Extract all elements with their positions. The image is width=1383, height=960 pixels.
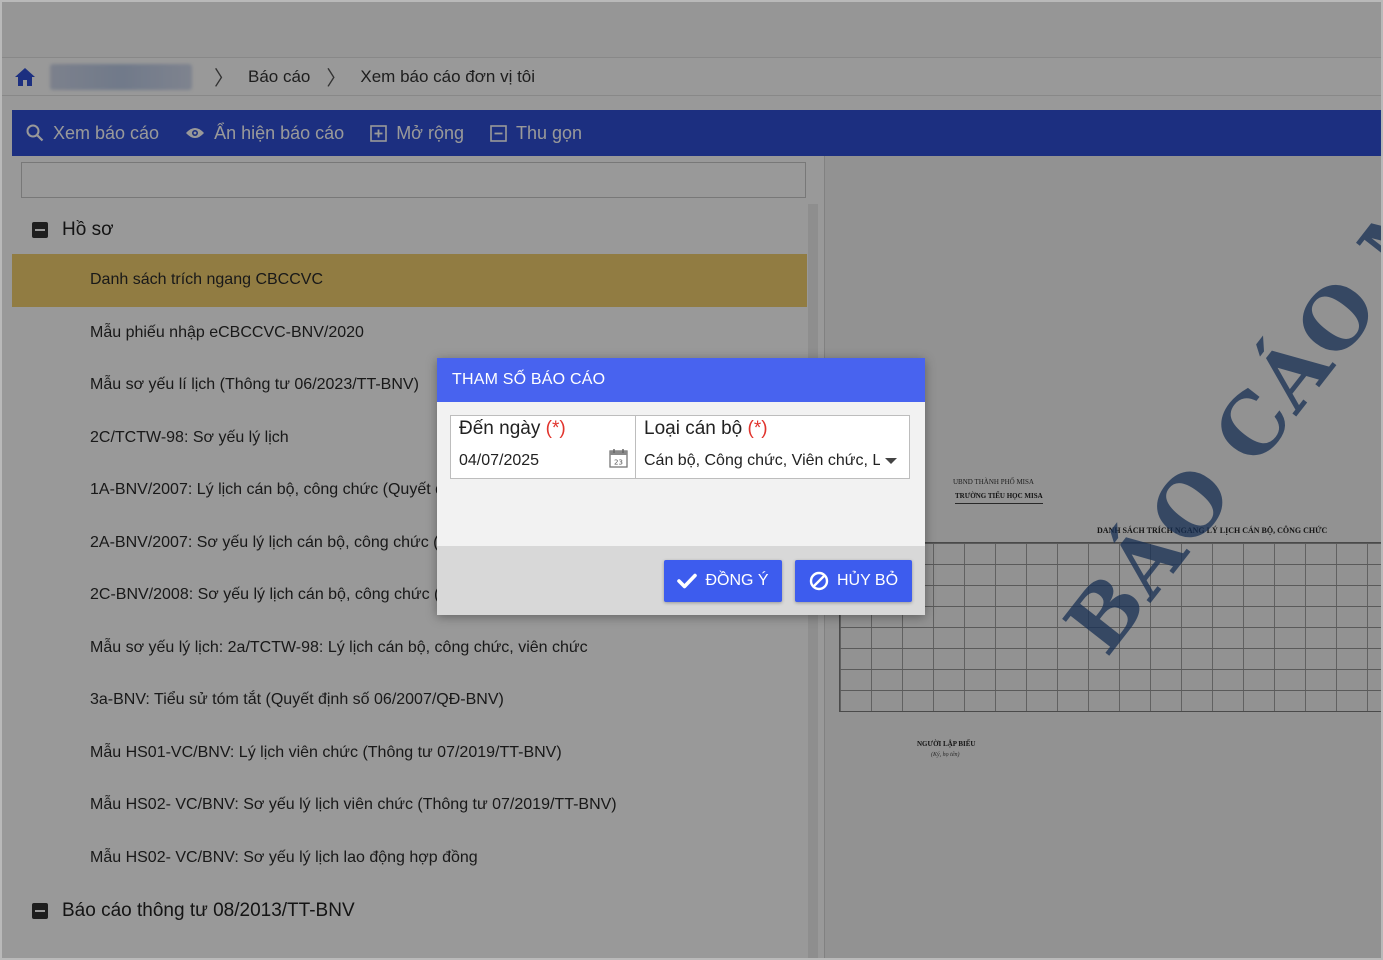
check-icon [677,573,698,589]
ban-icon [809,571,829,591]
dropdown-caret-icon[interactable] [885,458,897,464]
svg-text:23: 23 [614,459,623,467]
cancel-label: HỦY BỎ [836,572,899,589]
confirm-label: ĐỒNG Ý [705,572,769,589]
app-window: 〉 Báo cáo 〉 Xem báo cáo đơn vị tôi Xem b… [0,0,1383,960]
confirm-button[interactable]: ĐỒNG Ý [664,560,782,602]
staff-type-label: Loại cán bộ (*) [644,418,768,439]
to-date-field[interactable]: Đến ngày (*) 04/07/2025 23 [451,416,636,478]
cancel-button[interactable]: HỦY BỎ [795,560,912,602]
to-date-label: Đến ngày (*) [459,418,566,439]
params-row: Đến ngày (*) 04/07/2025 23 Loại cán bộ (… [450,415,910,479]
staff-type-value[interactable]: Cán bộ, Công chức, Viên chức, Lao động h… [644,452,880,470]
to-date-value[interactable]: 04/07/2025 [459,452,539,470]
report-params-dialog: THAM SỐ BÁO CÁO Đến ngày (*) 04/07/2025 … [437,358,925,615]
calendar-icon[interactable]: 23 [609,448,628,468]
dialog-footer: ĐỒNG Ý HỦY BỎ [437,546,925,615]
dialog-title: THAM SỐ BÁO CÁO [437,358,925,402]
staff-type-select[interactable]: Loại cán bộ (*) Cán bộ, Công chức, Viên … [636,416,909,478]
